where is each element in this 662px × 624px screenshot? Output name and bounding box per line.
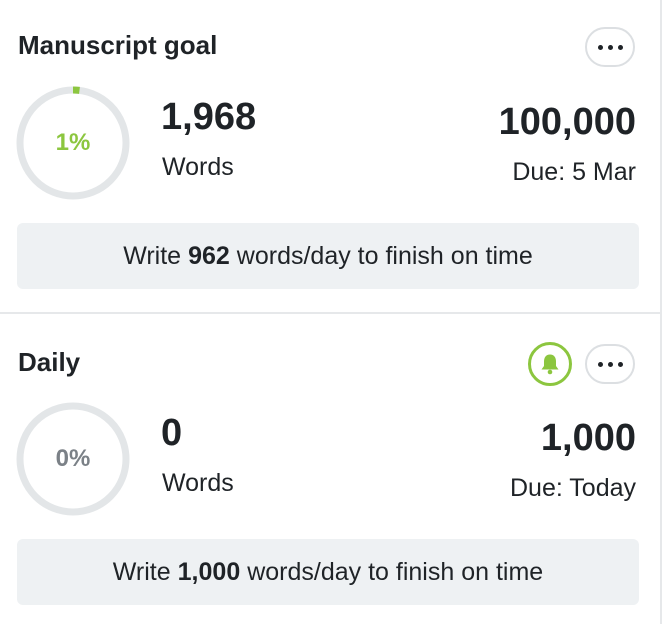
daily-progress-ring: 0% — [15, 401, 131, 517]
manuscript-words-label: Words — [162, 153, 234, 181]
manuscript-goal-title: Manuscript goal — [18, 30, 218, 60]
banner-words-per-day: 962 — [188, 241, 230, 270]
daily-percent-label: 0% — [55, 445, 91, 472]
daily-goal-card: Daily 0% 0 Words 1,000 Due: Today Write … — [0, 314, 660, 624]
manuscript-progress-ring: 1% — [15, 85, 131, 201]
manuscript-target: 100,000 — [498, 101, 636, 143]
banner-prefix: Write — [123, 241, 182, 270]
daily-words-label: Words — [162, 469, 234, 497]
daily-more-button[interactable] — [585, 344, 635, 384]
more-horizontal-icon — [597, 361, 623, 367]
manuscript-more-button[interactable] — [585, 27, 635, 67]
manuscript-pace-banner: Write 962 words/day to finish on time — [17, 223, 639, 289]
daily-target: 1,000 — [540, 417, 636, 459]
manuscript-percent-label: 1% — [55, 129, 91, 156]
daily-goal-title: Daily — [18, 347, 81, 377]
manuscript-goal-card: Manuscript goal 1% 1,968 Words 100,000 D… — [0, 0, 660, 312]
manuscript-due-date: Due: 5 Mar — [512, 158, 636, 186]
daily-pace-banner: Write 1,000 words/day to finish on time — [17, 539, 639, 605]
banner-words-per-day: 1,000 — [177, 557, 241, 586]
banner-suffix: words/day to finish on time — [236, 241, 533, 270]
daily-reminder-button[interactable] — [528, 342, 572, 386]
banner-suffix: words/day to finish on time — [247, 557, 544, 586]
daily-word-count: 0 — [161, 412, 183, 454]
more-horizontal-icon — [597, 44, 623, 50]
banner-prefix: Write — [112, 557, 171, 586]
manuscript-word-count: 1,968 — [161, 96, 257, 138]
daily-due-date: Due: Today — [509, 474, 636, 502]
bell-icon — [541, 354, 559, 375]
